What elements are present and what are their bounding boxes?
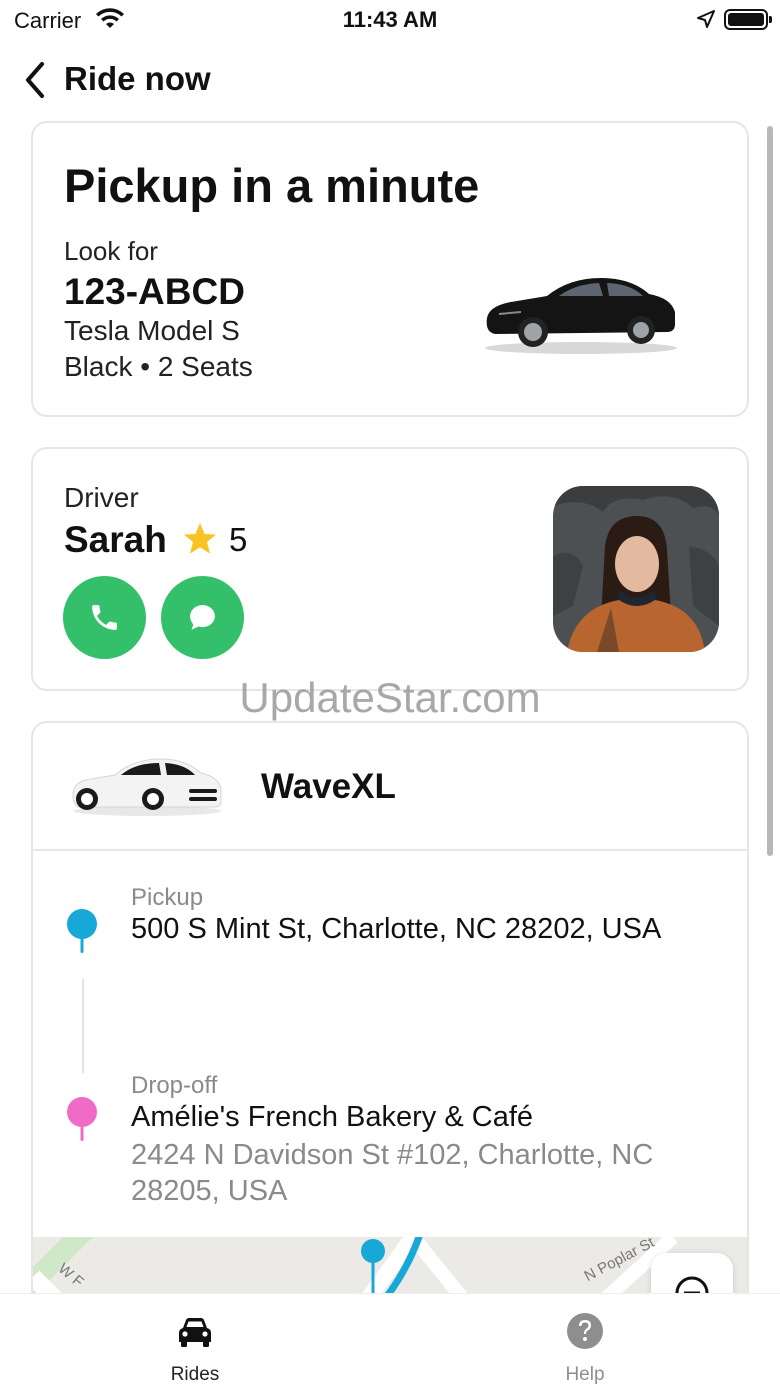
white-car-icon [72,758,222,816]
tab-label: Help [565,1364,605,1385]
back-button[interactable] [20,58,52,102]
car-icon [179,1318,211,1347]
dropoff-label: Drop-off [131,1072,218,1099]
chat-bubble-icon [190,605,215,630]
pickup-pin-icon [67,909,97,953]
chevron-left-icon [26,62,44,98]
pickup-card: Pickup in a minute Look for 123-ABCD Tes… [31,121,749,417]
dropoff-place-name: Amélie's French Bakery & Café [131,1101,534,1133]
question-circle-icon [567,1313,603,1349]
tab-help[interactable]: Help [515,1294,655,1387]
page-title: Ride now [64,60,211,97]
star-icon [184,523,216,554]
driver-photo [553,486,719,652]
pickup-address: 500 S Mint St, Charlotte, NC 28202, USA [131,913,662,945]
dropoff-address: 2424 N Davidson St #102, Charlotte, NC 2… [131,1139,654,1207]
black-sedan-photo [485,278,677,354]
watermark: UpdateStar.com [239,674,541,721]
driver-card: Driver Sarah 5 [31,447,749,691]
battery-full-icon [724,9,772,30]
scrollbar[interactable] [767,126,773,856]
pickup-label: Pickup [131,884,204,911]
driver-label: Driver [64,482,139,513]
dropoff-pin-icon [67,1097,97,1141]
route-connector-line [82,979,84,1073]
car-model: Tesla Model S [64,315,240,346]
ride-type-name: WaveXL [261,767,396,806]
phone-icon [92,605,117,630]
location-arrow-icon [697,10,715,28]
status-bar: Carrier 11:43 AM [0,0,780,40]
car-details: Black • 2 Seats [64,351,253,382]
ride-type-header: WaveXL [33,723,747,851]
call-driver-button[interactable] [63,576,146,659]
license-plate: 123-ABCD [64,271,245,312]
driver-name: Sarah [64,519,167,560]
driver-rating: 5 [229,521,248,558]
ride-details-card: WaveXL Pickup 500 S Mint St, Charlotte, … [31,721,749,1341]
look-for-label: Look for [64,236,158,266]
avatar [553,486,719,652]
tab-label: Rides [170,1364,220,1385]
clock: 11:43 AM [342,7,438,32]
tab-bar: Rides Help [0,1293,780,1387]
message-driver-button[interactable] [161,576,244,659]
navigation-bar: Ride now [0,50,780,110]
tab-rides[interactable]: Rides [125,1294,265,1387]
pickup-headline: Pickup in a minute [64,159,480,212]
